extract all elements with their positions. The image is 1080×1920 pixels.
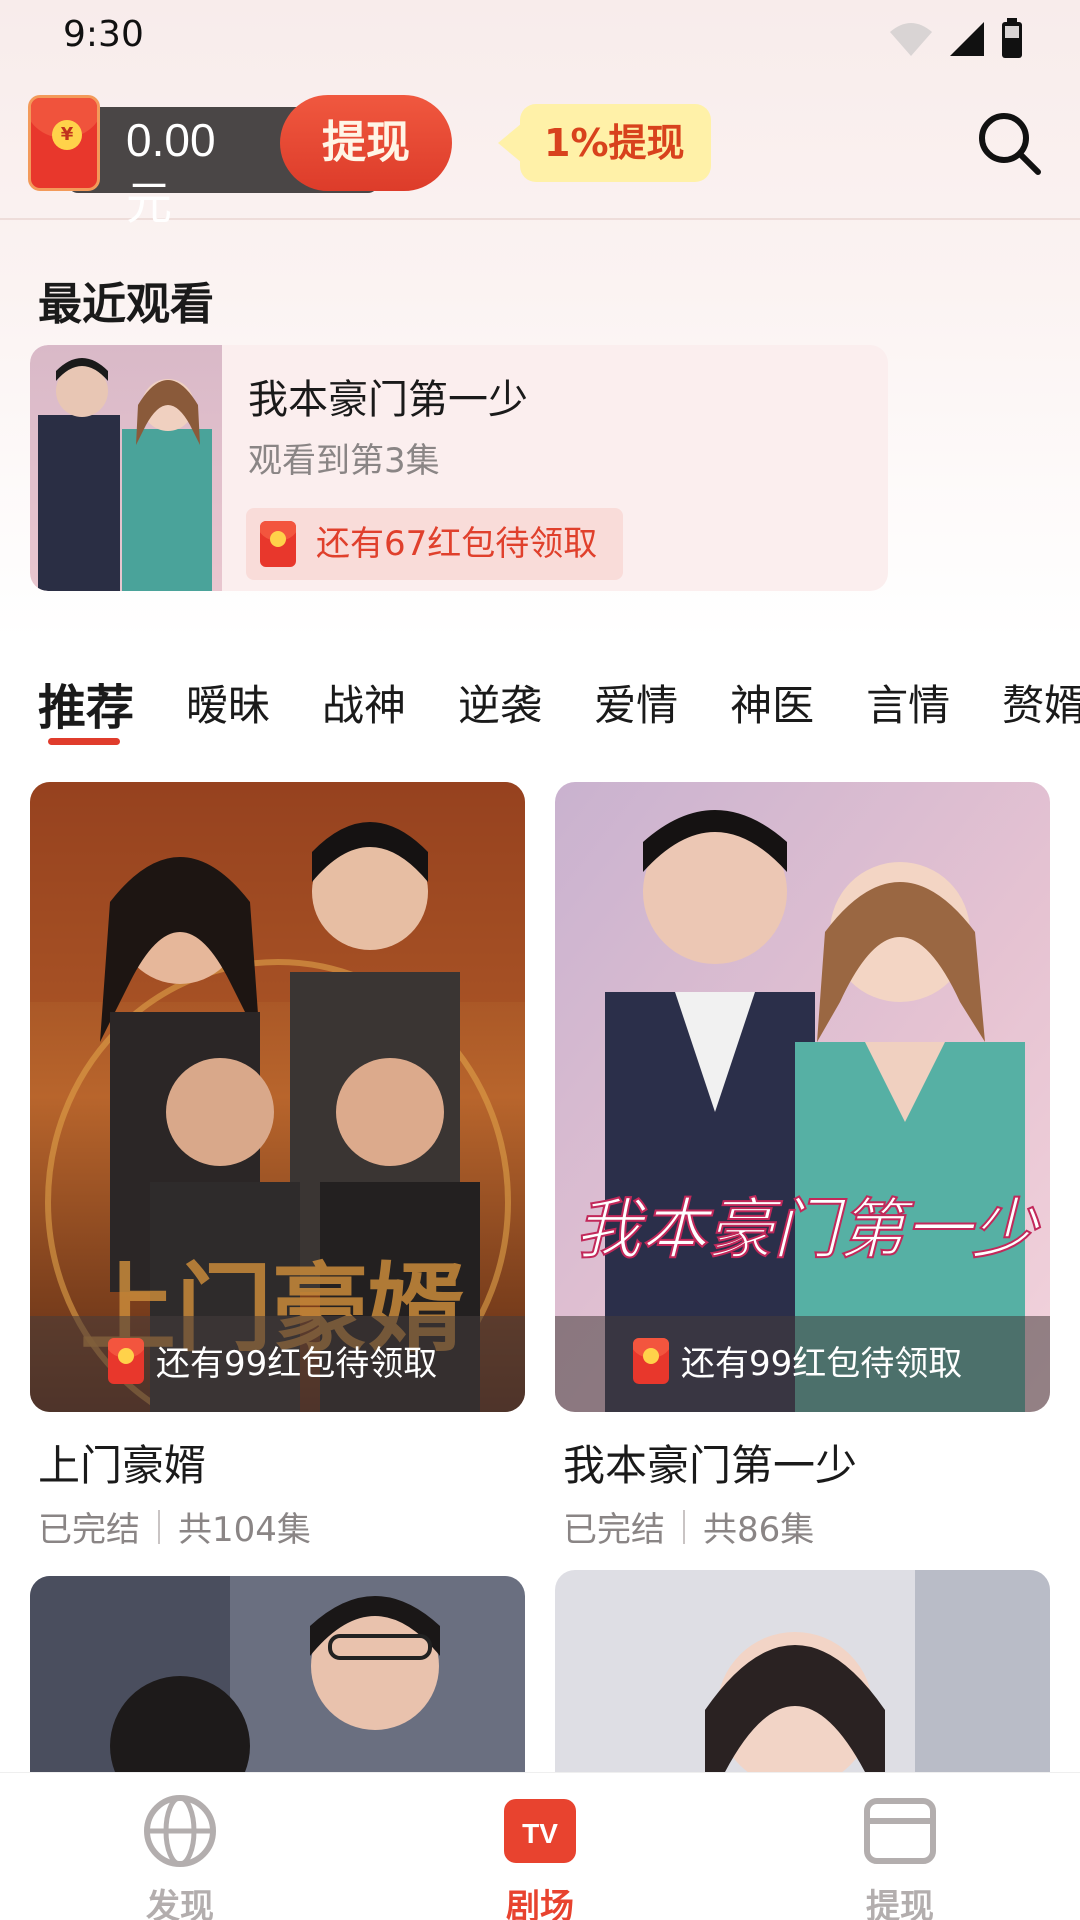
status-time: 9:30 [63, 14, 144, 55]
red-packet-icon [260, 521, 296, 567]
red-packet-icon [633, 1338, 669, 1384]
card-icon [864, 1798, 936, 1864]
drama-poster[interactable]: 上门豪婿 还有99红包待领取 [30, 782, 525, 1412]
drama-title: 我本豪门第一少 [563, 1441, 858, 1490]
recent-reward-badge[interactable]: 还有67红包待领取 [246, 508, 624, 580]
nav-withdraw[interactable]: 提现 [820, 1793, 980, 1920]
nav-label: 剧场 [506, 1887, 574, 1920]
tab-love-story[interactable]: 言情 [866, 672, 950, 752]
signal-icon [950, 22, 984, 56]
tab-recommend[interactable]: 推荐 [38, 668, 134, 752]
drama-title: 上门豪婿 [38, 1441, 207, 1490]
drama-card[interactable]: 上门豪婿 还有99红包待领取 上门豪婿 已完结 共104集 [30, 782, 525, 1550]
status-bar: 9:30 [0, 0, 1080, 80]
search-icon[interactable] [974, 108, 1044, 178]
recent-progress: 观看到第3集 [248, 441, 440, 481]
drama-poster[interactable]: 我本豪门第一少 还有99红包待领取 [555, 782, 1050, 1412]
drama-status: 已完结 [38, 1510, 140, 1550]
meta-divider [683, 1509, 685, 1544]
tab-war-god[interactable]: 战神 [322, 672, 406, 752]
promo-tag[interactable]: 1%提现 [498, 104, 711, 182]
drama-meta: 已完结 共86集 [563, 1502, 814, 1551]
drama-card[interactable]: 我本豪门第一少 还有99红包待领取 我本豪门第一少 已完结 共86集 [555, 782, 1050, 1550]
top-bar: ¥ 0.00元 提现 1%提现 [0, 90, 1080, 229]
drama-poster[interactable] [555, 1570, 1050, 1772]
nav-label: 发现 [146, 1887, 214, 1920]
recent-watch-card[interactable]: 我本豪门第一少 观看到第3集 还有67红包待领取 [30, 345, 888, 591]
battery-icon [1002, 18, 1022, 58]
recent-drama-title: 我本豪门第一少 [248, 377, 528, 423]
balance-amount: 0.00元 [126, 114, 216, 229]
reward-band: 还有99红包待领取 [30, 1316, 525, 1412]
wifi-icon [890, 23, 932, 56]
recent-reward-text: 还有67红包待领取 [316, 524, 598, 564]
drama-reward-text: 还有99红包待领取 [156, 1344, 438, 1384]
svg-text:我本豪门第一少: 我本豪门第一少 [575, 1194, 1041, 1267]
drama-status: 已完结 [563, 1510, 665, 1550]
status-icons [888, 18, 1024, 60]
tab-son-in-law[interactable]: 赘婿 [1002, 672, 1080, 752]
tab-comeback[interactable]: 逆袭 [458, 672, 542, 752]
tab-ambiguous[interactable]: 暧昧 [186, 672, 270, 752]
drama-episodes: 共86集 [703, 1510, 815, 1550]
tv-icon: TV [504, 1799, 576, 1863]
drama-meta: 已完结 共104集 [38, 1502, 311, 1551]
tab-romance[interactable]: 爱情 [594, 672, 678, 752]
drama-reward-text: 还有99红包待领取 [681, 1344, 963, 1384]
recent-section-title: 最近观看 [38, 279, 214, 330]
nav-label: 提现 [866, 1887, 934, 1920]
nav-theater[interactable]: TV 剧场 [460, 1793, 620, 1920]
tab-doctor[interactable]: 神医 [730, 672, 814, 752]
red-packet-icon: ¥ [28, 95, 100, 191]
drama-poster[interactable] [30, 1576, 525, 1772]
red-packet-icon [108, 1338, 144, 1384]
reward-band: 还有99红包待领取 [555, 1316, 1050, 1412]
bottom-nav: 发现 TV 剧场 提现 [0, 1772, 1080, 1920]
globe-icon [144, 1795, 216, 1867]
recent-poster[interactable] [30, 345, 222, 591]
meta-divider [158, 1509, 160, 1544]
svg-text:TV: TV [522, 1818, 558, 1849]
nav-discover[interactable]: 发现 [100, 1793, 260, 1920]
category-tabs: 推荐 暧昧 战神 逆袭 爱情 神医 言情 赘婿 [38, 672, 1080, 752]
withdraw-button[interactable]: 提现 [280, 95, 452, 191]
drama-episodes: 共104集 [178, 1510, 311, 1550]
